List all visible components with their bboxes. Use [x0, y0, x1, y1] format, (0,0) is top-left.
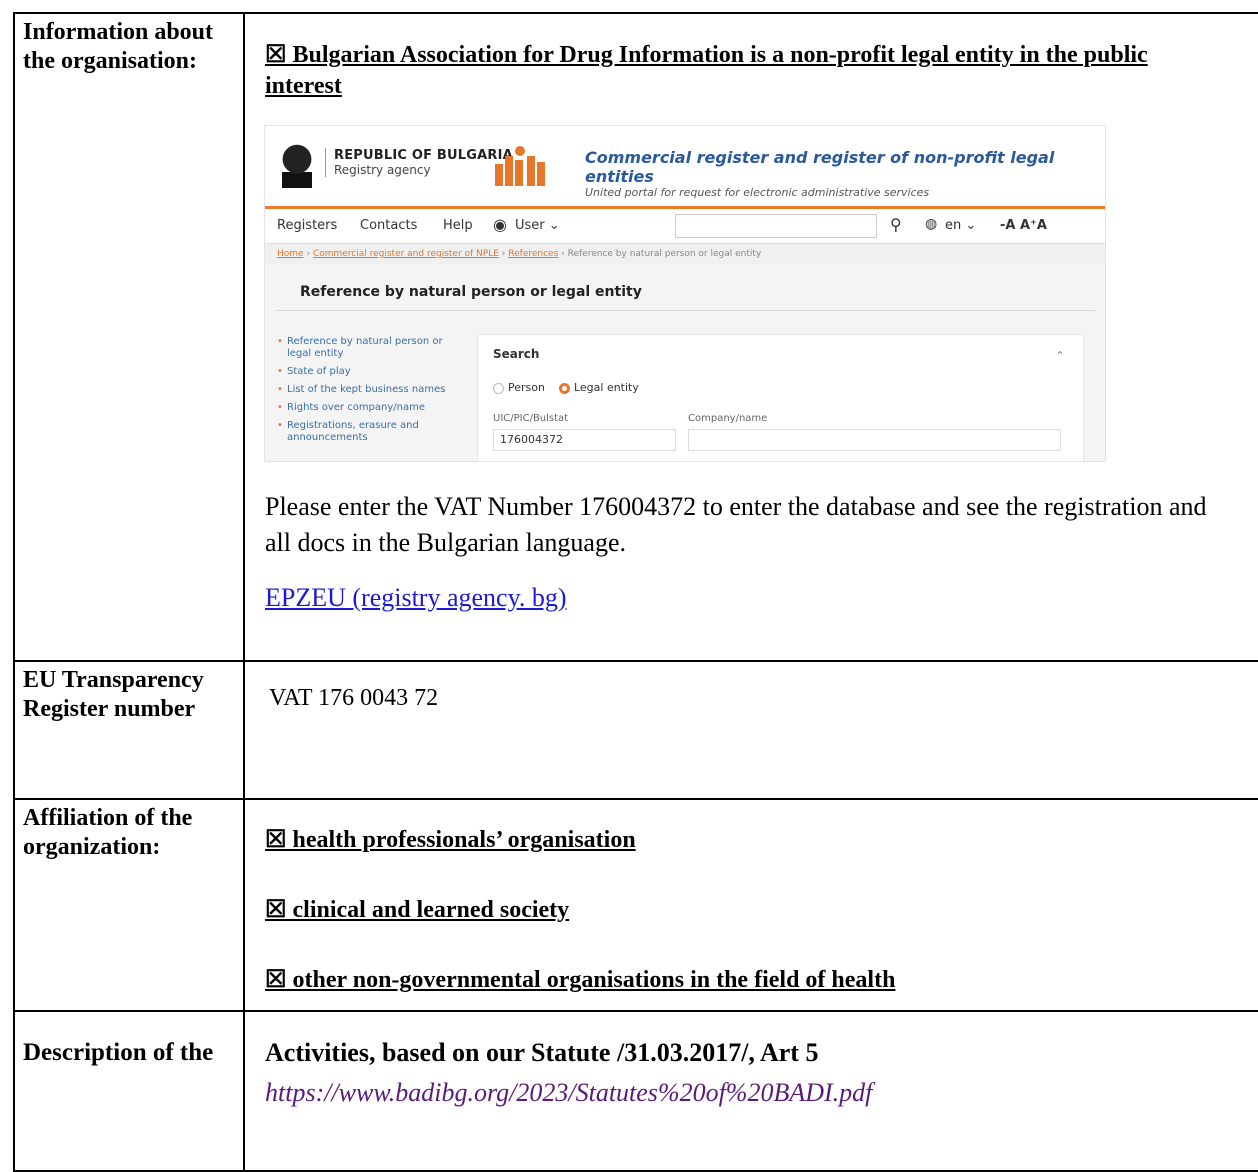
side-menu-item[interactable]: Registrations, erasure and announcements	[277, 420, 457, 444]
organisation-info-table: Information about the organisation: ☒ Bu…	[13, 12, 1258, 1172]
nav-user[interactable]: User ⌄	[515, 218, 560, 233]
uic-label: UIC/PIC/Bulstat	[493, 413, 569, 424]
row-description: Description of the Activities, based on …	[13, 1010, 1258, 1172]
company-label: Company/name	[688, 413, 768, 424]
vat-instruction: Please enter the VAT Number 176004372 to…	[265, 492, 1207, 557]
row-content-description: Activities, based on our Statute /31.03.…	[243, 1010, 1258, 1172]
company-input[interactable]	[688, 429, 1061, 451]
nav-help[interactable]: Help	[443, 218, 473, 233]
row-label-information: Information about the organisation:	[13, 12, 245, 662]
row-content-information: ☒ Bulgarian Association for Drug Informa…	[243, 12, 1258, 662]
search-icon[interactable]: ⚲	[890, 215, 902, 234]
side-menu-item[interactable]: State of play	[277, 366, 457, 378]
chevron-up-icon[interactable]: ⌃	[1055, 349, 1065, 363]
breadcrumb-current: Reference by natural person or legal ent…	[567, 249, 762, 259]
breadcrumb: Home › Commercial register and register …	[265, 244, 1105, 264]
language-select[interactable]: en ⌄	[945, 218, 976, 233]
checkbox-non-profit-statement: ☒ Bulgarian Association for Drug Informa…	[265, 42, 1148, 99]
radio-legal-entity-label: Legal entity	[573, 381, 639, 394]
radio-person[interactable]	[493, 382, 504, 394]
registry-header: REPUBLIC OF BULGARIA Registry agency Com…	[265, 126, 1105, 209]
registry-logo-icon	[495, 146, 547, 186]
globe-icon: ◍	[925, 216, 938, 232]
uic-input[interactable]: 176004372	[493, 429, 676, 451]
portal-subtitle: United portal for request for electronic…	[585, 186, 930, 199]
registry-search-input[interactable]	[675, 214, 877, 238]
row-eu-transparency: EU Transparency Register number VAT 176 …	[13, 660, 1258, 800]
row-content-affiliation: ☒ health professionals’ organisation ☒ c…	[243, 798, 1258, 1012]
side-menu-item[interactable]: Reference by natural person or legal ent…	[277, 336, 457, 360]
registry-agency-block: REPUBLIC OF BULGARIA Registry agency	[325, 148, 513, 177]
agency-subtitle: Registry agency	[334, 163, 431, 177]
row-label-affiliation: Affiliation of the organization:	[13, 798, 245, 1012]
row-content-eu-transparency: VAT 176 0043 72	[243, 660, 1258, 800]
registry-screenshot: REPUBLIC OF BULGARIA Registry agency Com…	[265, 126, 1105, 461]
portal-title: Commercial register and register of non-…	[585, 148, 1055, 186]
row-affiliation: Affiliation of the organization: ☒ healt…	[13, 798, 1258, 1012]
side-menu: Reference by natural person or legal ent…	[277, 336, 457, 450]
eu-register-value: VAT 176 0043 72	[269, 685, 439, 711]
side-menu-item[interactable]: List of the kept business names	[277, 384, 457, 396]
breadcrumb-references[interactable]: References	[508, 249, 558, 259]
portal-title-block: Commercial register and register of non-…	[585, 148, 1105, 199]
search-panel-title: Search	[493, 347, 540, 361]
bulgarian-lion-crest-icon	[277, 140, 317, 188]
search-panel: Search ⌃ Person Legal entity UIC/PIC/Bul…	[477, 334, 1084, 461]
statute-link[interactable]: https://www.badibg.org/2023/Statutes%20o…	[265, 1078, 872, 1107]
nav-registers[interactable]: Registers	[277, 218, 337, 233]
activities-heading: Activities, based on our Statute /31.03.…	[265, 1038, 819, 1067]
page-title: Reference by natural person or legal ent…	[275, 264, 1095, 311]
epzeu-link[interactable]: EPZEU (registry agency. bg)	[265, 583, 567, 612]
checkbox-health-professionals: ☒ health professionals’ organisation	[265, 827, 636, 853]
radio-legal-entity[interactable]	[558, 382, 570, 394]
font-size-controls[interactable]: -A A⁺A	[1000, 218, 1047, 233]
checkbox-other-ngo: ☒ other non-governmental organisations i…	[265, 967, 896, 993]
breadcrumb-home[interactable]: Home	[277, 249, 304, 259]
row-label-description: Description of the	[13, 1010, 245, 1172]
user-icon: ◉	[493, 215, 507, 234]
radio-person-label: Person	[508, 381, 545, 394]
checkbox-clinical-society: ☒ clinical and learned society	[265, 897, 570, 923]
side-menu-item[interactable]: Rights over company/name	[277, 402, 457, 414]
nav-contacts[interactable]: Contacts	[360, 218, 417, 233]
registry-navbar: Registers Contacts Help ◉ User ⌄ ⚲ ◍ en …	[265, 209, 1105, 244]
row-information: Information about the organisation: ☒ Bu…	[13, 12, 1258, 662]
agency-title: REPUBLIC OF BULGARIA	[334, 148, 513, 163]
row-label-eu-transparency: EU Transparency Register number	[13, 660, 245, 800]
breadcrumb-registers[interactable]: Commercial register and register of NPLE	[313, 249, 499, 259]
entity-type-radios: Person Legal entity	[493, 381, 1083, 394]
